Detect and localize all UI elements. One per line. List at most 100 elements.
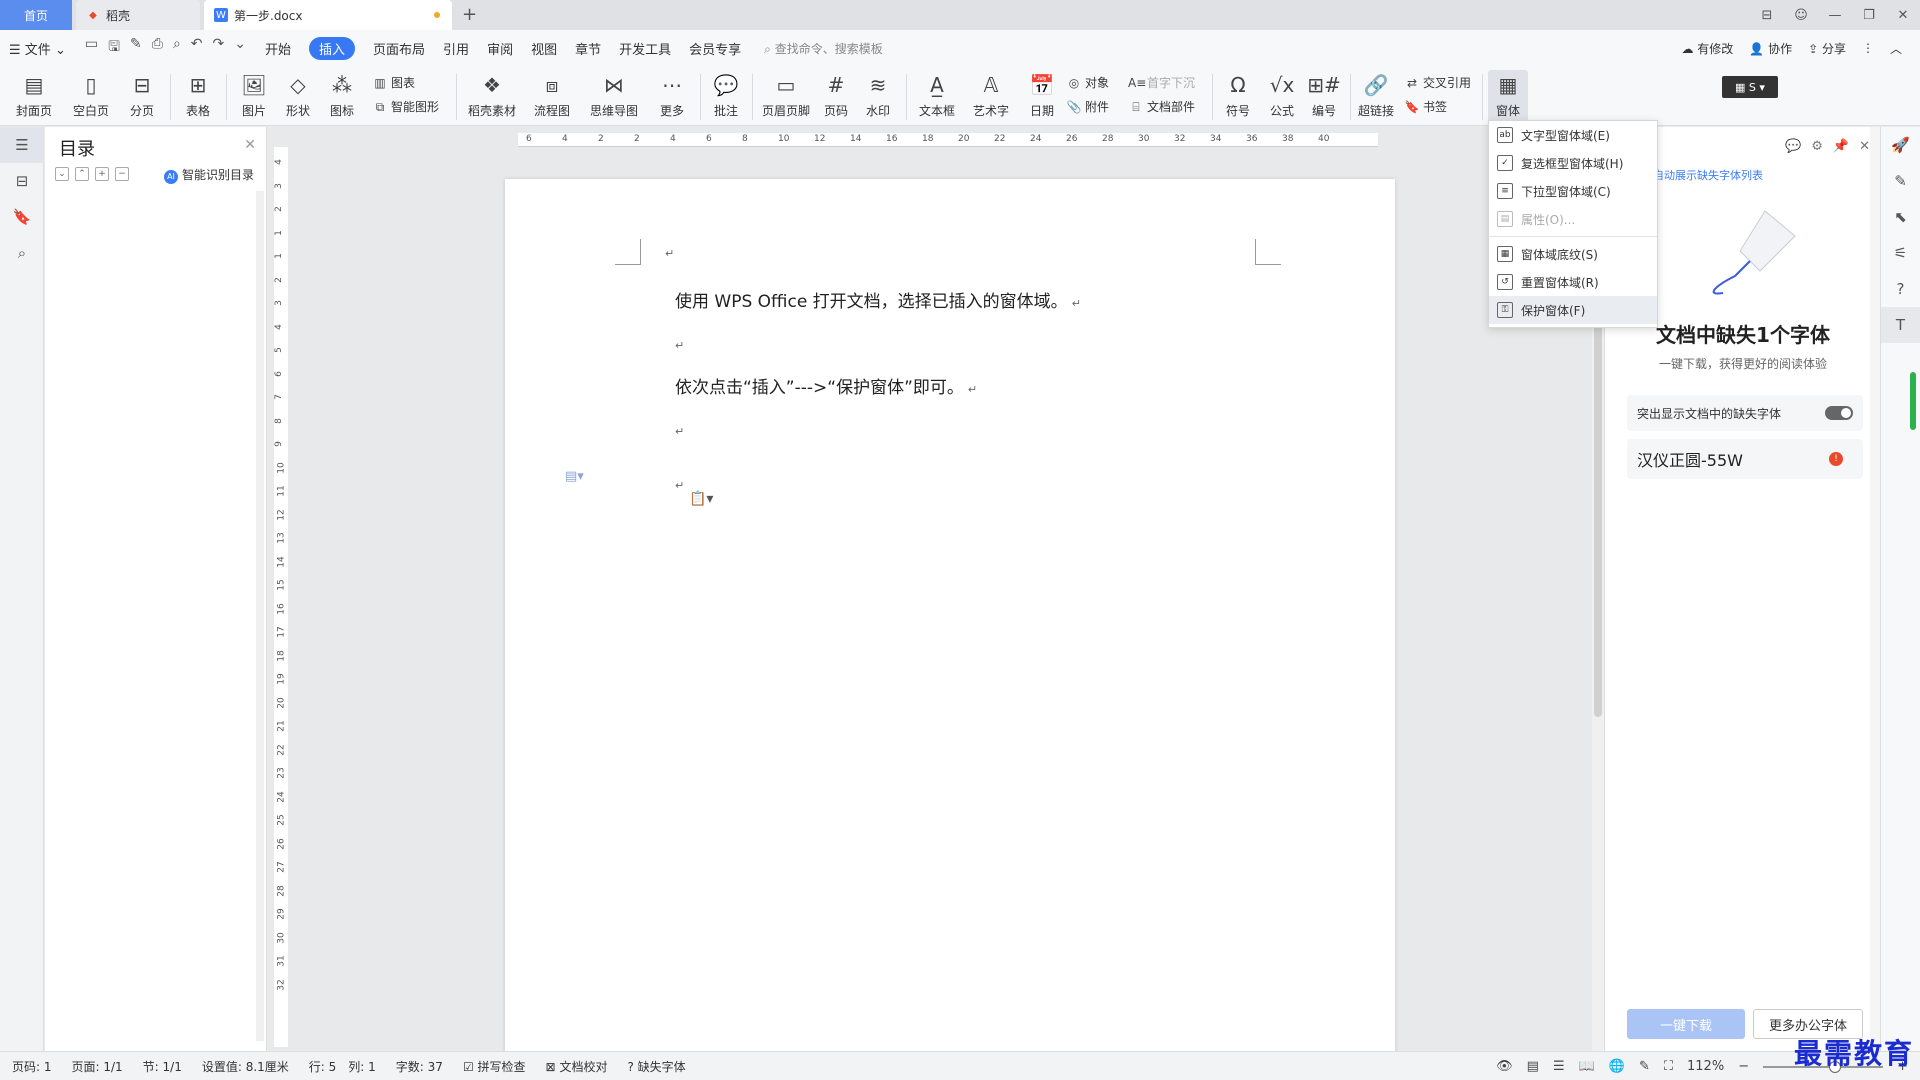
toc-close-icon[interactable]: ✕ (244, 137, 256, 153)
page-view-icon[interactable]: ▤ (1527, 1059, 1539, 1074)
menu-page-layout[interactable]: 页面布局 (373, 39, 425, 58)
proofread-button[interactable]: ⊠ 文档校对 (546, 1058, 608, 1075)
missing-font-status[interactable]: ? 缺失字体 (627, 1058, 685, 1075)
menu-start[interactable]: 开始 (265, 39, 291, 58)
word-count-status[interactable]: 字数: 37 (396, 1058, 443, 1075)
menu-review[interactable]: 审阅 (487, 39, 513, 58)
outline-view-icon[interactable]: ☰ (1553, 1059, 1565, 1074)
smartart-button[interactable]: ⧉ 智能图形 (372, 98, 439, 115)
command-search[interactable]: ⌕ 查找命令、搜索模板 (764, 40, 883, 57)
download-all-button[interactable]: 一键下载 (1627, 1009, 1745, 1039)
page-break-button[interactable]: ⊟ 分页 (122, 70, 162, 119)
menu-references[interactable]: 引用 (443, 39, 469, 58)
form-button[interactable]: ▦ 窗体 (1488, 70, 1528, 122)
tab-document[interactable]: W 第一步.docx (204, 0, 452, 30)
customize-icon[interactable]: ⌄ (234, 36, 246, 60)
form-shading-item[interactable]: ▦ 窗体域底纹(S) (1489, 240, 1657, 268)
share-button[interactable]: ⇪ 分享 (1808, 40, 1846, 57)
flowchart-button[interactable]: ⧈ 流程图 (528, 70, 576, 119)
collapse-icon[interactable]: ⌃ (75, 167, 89, 181)
menu-developer[interactable]: 开发工具 (619, 39, 671, 58)
smart-toc-button[interactable]: AI 智能识别目录 (163, 166, 254, 184)
checkbox-form-field-item[interactable]: ✓ 复选框型窗体域(H) (1489, 149, 1657, 177)
hyperlink-button[interactable]: 🔗 超链接 (1354, 70, 1398, 119)
chart-button[interactable]: ▥ 图表 (372, 74, 415, 91)
new-doc-icon[interactable]: ▭ (85, 36, 98, 60)
font-icon[interactable]: T (1881, 307, 1920, 343)
protect-form-item[interactable]: ⚿ 保护窗体(F) (1489, 296, 1657, 324)
doc-helper-icon[interactable]: ▤▾ (565, 469, 584, 484)
more-button[interactable]: ⋯ 更多 (652, 70, 692, 119)
spell-check-button[interactable]: ☑ 拼写检查 (463, 1058, 526, 1075)
blank-page-button[interactable]: ▯ 空白页 (66, 70, 116, 119)
bookmark-button[interactable]: 🔖 书签 (1404, 98, 1448, 115)
tab-home[interactable]: 首页 (0, 0, 72, 30)
section-status[interactable]: 节: 1/1 (143, 1058, 182, 1075)
paragraph-1[interactable]: 使用 WPS Office 打开文档，选择已插入的窗体域。 ↵ (675, 287, 1081, 312)
pin-icon[interactable]: 📌 (1833, 139, 1849, 154)
table-button[interactable]: ⊞ 表格 (178, 70, 218, 119)
formula-button[interactable]: √x 公式 (1262, 70, 1302, 119)
add-item-icon[interactable]: + (95, 167, 109, 181)
fit-page-icon[interactable]: ⛶ (1664, 1059, 1673, 1074)
attachment-button[interactable]: 📎 附件 (1066, 98, 1110, 115)
text-form-field-item[interactable]: ab 文字型窗体域(E) (1489, 121, 1657, 149)
rocket-icon[interactable]: 🚀 (1881, 127, 1920, 163)
collapse-ribbon-icon[interactable]: ︿ (1890, 40, 1902, 57)
toc-scrollbar[interactable] (256, 191, 264, 1041)
menu-chapter[interactable]: 章节 (575, 39, 601, 58)
docpart-button[interactable]: ⌸ 文档部件 (1128, 98, 1195, 115)
missing-font-item[interactable]: 汉仪正圆-55W ! (1627, 439, 1863, 479)
paste-options-icon[interactable]: 📋▾ (689, 491, 713, 507)
zoom-level[interactable]: 112% (1687, 1059, 1724, 1074)
object-button[interactable]: ◎ 对象 (1066, 74, 1109, 91)
picture-button[interactable]: 🖼 图片 (234, 70, 274, 119)
watermark-button[interactable]: ≋ 水印 (858, 70, 898, 119)
document-page[interactable]: ↵ 使用 WPS Office 打开文档，选择已插入的窗体域。 ↵ ↵ 依次点击“… (505, 179, 1395, 1051)
highlight-missing-fonts-toggle[interactable] (1825, 406, 1853, 420)
comment-button[interactable]: 💬 批注 (708, 70, 744, 119)
write-view-icon[interactable]: ✎ (1639, 1059, 1650, 1074)
feedback-icon[interactable]: 💬 (1785, 139, 1801, 154)
restore-icon[interactable]: ❐ (1852, 8, 1886, 23)
vertical-ruler[interactable]: 4 3 2 1 1 2 3 4 5 6 7 8 9 10 11 12 13 14 15 16 17 18 19 20 21 22 2… (274, 147, 288, 1047)
horizontal-ruler[interactable]: 6 4 2 2 4 6 8 10 12 14 16 18 20 22 24 26 28 30 32 34 36 38 40 (518, 133, 1378, 147)
column-status[interactable]: 列: 1 (348, 1058, 376, 1075)
new-tab-plus-icon[interactable]: + (462, 4, 477, 25)
shape-button[interactable]: ◇ 形状 (278, 70, 318, 119)
undo-icon[interactable]: ↶ (191, 36, 203, 60)
remove-item-icon[interactable]: − (115, 167, 129, 181)
crossref-button[interactable]: ⇄ 交叉引用 (1404, 74, 1471, 91)
close-panel-icon[interactable]: ✕ (1859, 139, 1870, 154)
wordart-button[interactable]: 𝔸 艺术字 (966, 70, 1016, 119)
search-nav-icon[interactable]: ⌕ (0, 235, 44, 271)
adjust-icon[interactable]: ⚟ (1881, 235, 1920, 271)
dropdown-form-field-item[interactable]: ≡ 下拉型窗体域(C) (1489, 177, 1657, 205)
date-button[interactable]: 📅 日期 (1020, 70, 1064, 119)
toc-nav-icon[interactable]: ☰ (0, 127, 44, 163)
collab-button[interactable]: 👤 协作 (1749, 40, 1792, 57)
reading-view-icon[interactable]: 📖 (1579, 1059, 1595, 1074)
reset-form-item[interactable]: ↺ 重置窗体域(R) (1489, 268, 1657, 296)
eye-protection-icon[interactable]: 👁 (1496, 1059, 1513, 1074)
header-footer-button[interactable]: ▭ 页眉页脚 (756, 70, 816, 119)
auto-show-missing-fonts-link[interactable]: 自动展示缺失字体列表 (1653, 167, 1763, 183)
more-options-icon[interactable]: ⋮ (1862, 41, 1874, 55)
page-number-button[interactable]: # 页码 (816, 70, 856, 119)
page-code-status[interactable]: 页码: 1 (12, 1058, 52, 1075)
menu-view[interactable]: 视图 (531, 39, 557, 58)
material-button[interactable]: ❖ 稻壳素材 (464, 70, 520, 119)
paragraph-2[interactable]: 依次点击“插入”--->“保护窗体”即可。 ↵ (675, 373, 977, 398)
symbol-button[interactable]: Ω 符号 (1218, 70, 1258, 119)
bookmark-nav-icon[interactable]: 🔖 (0, 199, 44, 235)
zoom-out-icon[interactable]: − (1738, 1059, 1749, 1074)
minimize-icon[interactable]: — (1818, 8, 1852, 23)
row-status[interactable]: 行: 5 (309, 1058, 337, 1075)
settings-gear-icon[interactable]: ⚙ (1811, 139, 1823, 154)
pen-icon[interactable]: ✎ (1881, 163, 1920, 199)
modify-button[interactable]: ☁ 有修改 (1681, 40, 1733, 57)
print-icon[interactable]: ⎙ (152, 36, 163, 60)
close-window-icon[interactable]: ✕ (1886, 8, 1920, 23)
page-status[interactable]: 页面: 1/1 (72, 1058, 123, 1075)
menu-member[interactable]: 会员专享 (689, 39, 741, 58)
